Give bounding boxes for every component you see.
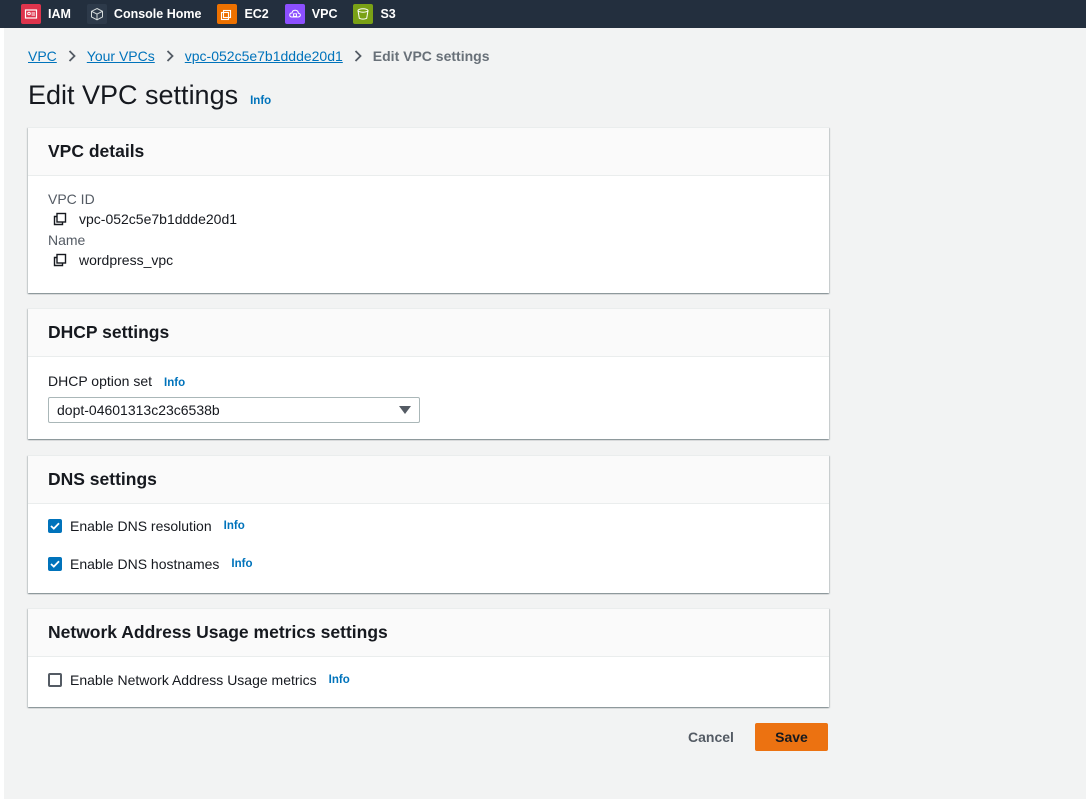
dhcp-option-set-label: DHCP option set Info — [48, 373, 809, 389]
service-shortcut-iam[interactable]: IAM — [21, 0, 71, 28]
dns-resolution-row: Enable DNS resolution Info — [48, 518, 245, 534]
vpc-name-label: Name — [48, 232, 86, 248]
vpc-cloud-icon — [284, 4, 305, 24]
s3-bucket-icon — [353, 4, 374, 24]
page-header: Edit VPC settings Info — [28, 80, 271, 111]
panel-title: DHCP settings — [48, 322, 170, 342]
breadcrumb: VPC Your VPCs vpc-052c5e7b1ddde20d1 Edit… — [28, 46, 489, 66]
dns-settings-header: DNS settings — [28, 456, 829, 504]
panel-title: VPC details — [48, 141, 145, 161]
chevron-right-icon — [354, 50, 362, 62]
cube-icon — [86, 4, 107, 24]
dhcp-settings-panel: DHCP settings DHCP option set Info dopt-… — [28, 308, 829, 439]
checkmark-icon — [50, 522, 60, 530]
vpc-details-body: VPC ID vpc-052c5e7b1ddde20d1 Name wordpr… — [28, 191, 829, 268]
breadcrumb-link-your-vpcs[interactable]: Your VPCs — [87, 48, 155, 64]
vpc-details-panel: VPC details VPC ID vpc-052c5e7b1ddde20d1… — [28, 127, 829, 293]
dns-settings-body: Enable DNS resolution Info Enable DNS ho… — [28, 504, 829, 593]
iam-icon — [21, 4, 41, 24]
vpc-id-label: VPC ID — [48, 191, 95, 207]
service-label: VPC — [311, 7, 338, 21]
breadcrumb-link-vpc[interactable]: VPC — [28, 48, 57, 64]
nau-metrics-body: Enable Network Address Usage metrics Inf… — [28, 657, 829, 707]
copy-icon[interactable] — [53, 212, 67, 226]
nau-metrics-info-link[interactable]: Info — [329, 674, 350, 686]
nau-metrics-label[interactable]: Enable Network Address Usage metrics — [70, 672, 317, 688]
service-label: EC2 — [244, 7, 269, 21]
dhcp-settings-body: DHCP option set Info dopt-04601313c23c65… — [28, 373, 829, 423]
vpc-name-row: wordpress_vpc — [48, 252, 809, 268]
dns-resolution-checkbox[interactable] — [48, 519, 62, 533]
service-shortcut-s3[interactable]: S3 — [353, 0, 396, 28]
dns-hostnames-info-link[interactable]: Info — [231, 558, 252, 570]
select-value: dopt-04601313c23c6538b — [57, 402, 220, 418]
dhcp-info-link[interactable]: Info — [164, 377, 185, 389]
vpc-id-row: vpc-052c5e7b1ddde20d1 — [48, 211, 809, 227]
vpc-name-value: wordpress_vpc — [79, 252, 174, 268]
service-label: S3 — [380, 7, 396, 21]
dns-settings-panel: DNS settings Enable DNS resolution Info … — [28, 455, 829, 593]
dns-hostnames-label[interactable]: Enable DNS hostnames — [70, 556, 219, 572]
panel-title: Network Address Usage metrics settings — [48, 622, 388, 642]
service-label: IAM — [48, 7, 71, 21]
panel-title: DNS settings — [48, 469, 157, 489]
page-title: Edit VPC settings — [28, 80, 239, 110]
dhcp-option-set-select[interactable]: dopt-04601313c23c6538b — [48, 397, 420, 423]
breadcrumb-current: Edit VPC settings — [372, 48, 490, 64]
checkmark-icon — [50, 560, 60, 568]
copy-icon[interactable] — [53, 253, 67, 267]
dns-hostnames-row: Enable DNS hostnames Info — [48, 556, 253, 572]
vpc-details-header: VPC details — [28, 128, 829, 176]
page-left-edge — [0, 28, 4, 799]
service-shortcut-ec2[interactable]: EC2 — [217, 0, 269, 28]
vpc-id-value: vpc-052c5e7b1ddde20d1 — [79, 211, 238, 227]
chevron-right-icon — [68, 50, 76, 62]
top-service-bar: IAM Console Home EC2 VPC S3 — [0, 0, 1086, 28]
chevron-right-icon — [166, 50, 174, 62]
dns-resolution-info-link[interactable]: Info — [224, 520, 245, 532]
dhcp-settings-header: DHCP settings — [28, 309, 829, 357]
dns-hostnames-checkbox[interactable] — [48, 557, 62, 571]
nau-metrics-header: Network Address Usage metrics settings — [28, 609, 829, 657]
field-label-text: DHCP option set — [48, 373, 153, 389]
form-actions: Cancel Save — [0, 723, 829, 751]
dns-resolution-label[interactable]: Enable DNS resolution — [70, 518, 212, 534]
service-shortcut-vpc[interactable]: VPC — [284, 0, 338, 28]
breadcrumb-link-vpc-id[interactable]: vpc-052c5e7b1ddde20d1 — [185, 48, 343, 64]
save-button[interactable]: Save — [755, 723, 828, 751]
nau-metrics-panel: Network Address Usage metrics settings E… — [28, 608, 829, 707]
cancel-button[interactable]: Cancel — [680, 723, 742, 751]
nau-metrics-row: Enable Network Address Usage metrics Inf… — [48, 672, 350, 688]
ec2-icon — [217, 4, 238, 24]
service-label: Console Home — [113, 7, 202, 21]
page-info-link[interactable]: Info — [250, 95, 271, 107]
service-shortcut-console-home[interactable]: Console Home — [86, 0, 202, 28]
nau-metrics-checkbox[interactable] — [48, 673, 62, 687]
caret-down-icon — [399, 406, 411, 414]
